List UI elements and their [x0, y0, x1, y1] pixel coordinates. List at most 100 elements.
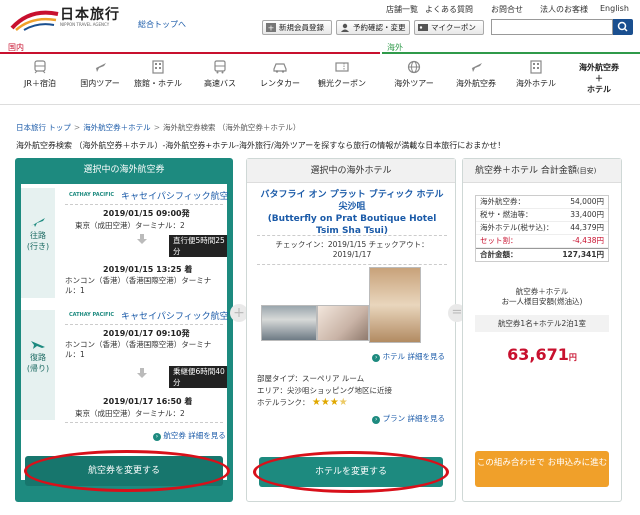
- outbound-departure-place: 東京（成田空港）ターミナル：2: [75, 221, 185, 230]
- search-button[interactable]: [613, 19, 633, 35]
- breadcrumb-current: 海外航空券検索 （海外航空券＋ホテル）: [162, 123, 301, 132]
- nav-item-label: 海外ツアー: [394, 79, 434, 88]
- register-button-label: 新規会員登録: [279, 23, 324, 32]
- english-link[interactable]: English: [600, 4, 629, 13]
- plane-icon: [470, 63, 482, 72]
- nav-item-sightseeing-coupon[interactable]: 観光クーポン: [312, 60, 372, 89]
- corporate-link[interactable]: 法人のお客様: [540, 4, 588, 15]
- hotel-panel: 選択中の海外ホテル バタフライ オン プラット ブティック ホテル尖沙咀 (Bu…: [246, 158, 456, 502]
- logo-subtext: NIPPON TRAVEL AGENCY: [60, 22, 110, 27]
- user-icon: [341, 23, 349, 32]
- hotel-photo-exterior[interactable]: [261, 305, 317, 341]
- return-airline-logo: CATHAY PACIFIC: [69, 312, 115, 318]
- car-icon: [273, 63, 287, 73]
- flight-details: 往路 (行き) CATHAY PACIFIC キャセイパシフィック航空 2019…: [21, 184, 229, 480]
- outbound-label-top: 往路: [30, 231, 46, 240]
- hotel-rank-label: ホテルランク：: [257, 398, 310, 407]
- total-note-line1: 航空券＋ホテル: [515, 287, 569, 296]
- register-button[interactable]: + 新規会員登録: [262, 20, 332, 35]
- price-row-hotel: 海外ホテル(税サ込)： 44,379円: [476, 222, 608, 235]
- price-value: 44,379円: [570, 223, 604, 232]
- outbound-label: 往路 (行き): [21, 188, 55, 298]
- outbound-label-sub: (行き): [26, 242, 50, 251]
- hotel-photo-bathroom[interactable]: [369, 267, 421, 343]
- outbound-airline: キャセイパシフィック航空: [121, 192, 229, 202]
- return-duration: 乗継便6時間40分: [169, 366, 227, 388]
- outbound-duration: 直行便5時間25分: [169, 235, 227, 257]
- nav-item-label: 観光クーポン: [318, 79, 366, 88]
- arrow-down-icon: [137, 368, 147, 378]
- store-list-link[interactable]: 店舗一覧: [386, 4, 418, 15]
- flight-detail-link[interactable]: › 航空券 詳細を見る: [153, 430, 226, 441]
- price-value: 127,341円: [562, 250, 604, 259]
- outbound-departure-time: 2019/01/15 09:00発: [103, 209, 190, 218]
- nav-bottom-border: [0, 104, 640, 105]
- nav-item-label: 海外ホテル: [516, 79, 556, 88]
- nav-domestic-divider: [0, 52, 380, 54]
- nav-item-flight-hotel[interactable]: 海外航空券 ＋ ホテル: [568, 62, 630, 95]
- return-label: 復路 (帰り): [21, 310, 55, 420]
- total-panel: 航空券＋ホテル 合計金額(目安) 海外航空券： 54,000円 税サ・燃油等： 33…: [462, 158, 622, 502]
- chevron-right-icon: ›: [372, 416, 381, 424]
- faq-link[interactable]: よくある質問: [425, 4, 473, 15]
- price-row-flight: 海外航空券： 54,000円: [476, 196, 608, 209]
- nav-item-label: 高速バス: [204, 79, 236, 88]
- hotel-area: エリア：尖沙咀ショッピング地区に近接: [257, 386, 392, 395]
- nav-item-overseas-tour[interactable]: 海外ツアー: [384, 60, 444, 89]
- divider: [65, 422, 223, 423]
- logo-swoosh-icon: [10, 10, 59, 31]
- breadcrumb-flight-hotel[interactable]: 海外航空券＋ホテル: [83, 123, 151, 132]
- nav-item-overseas-hotel[interactable]: 海外ホテル: [506, 60, 566, 89]
- logo-text[interactable]: 日本旅行: [60, 4, 120, 24]
- home-link[interactable]: 総合トップへ: [138, 19, 186, 30]
- total-price-value: 63,671: [507, 345, 569, 364]
- nav-item-highway-bus[interactable]: 高速バス: [190, 60, 250, 89]
- hotel-detail-link[interactable]: › ホテル 詳細を見る: [372, 351, 445, 362]
- price-row-tax: 税サ・燃油等： 33,400円: [476, 209, 608, 222]
- user-add-icon: +: [266, 23, 276, 32]
- flight-panel: 選択中の海外航空券 往路 (行き) CATHAY PACIFIC キャセイパシフ…: [15, 158, 233, 502]
- nav-item-jr-hotel[interactable]: JR＋宿泊: [10, 60, 70, 89]
- price-table: 海外航空券： 54,000円 税サ・燃油等： 33,400円 海外ホテル(税サ込)：…: [475, 195, 609, 262]
- hotel-name[interactable]: バタフライ オン プラット ブティック ホテル尖沙咀 (Butterfly on…: [257, 189, 447, 237]
- hotel-name-ja: バタフライ オン プラット ブティック ホテル尖沙咀: [260, 190, 444, 212]
- return-departure-time: 2019/01/17 09:10発: [103, 329, 190, 338]
- reservation-check-button[interactable]: 予約確認・変更: [336, 20, 410, 35]
- building-icon: [530, 60, 542, 74]
- nav-item-label: JR＋宿泊: [24, 79, 56, 88]
- contact-link[interactable]: お問合せ: [491, 4, 523, 15]
- hotel-photo-room[interactable]: [317, 305, 369, 341]
- building-icon: [152, 60, 164, 74]
- nav-international-divider: [382, 52, 640, 54]
- takeoff-icon: [31, 218, 45, 227]
- plane-icon: [94, 63, 106, 72]
- nav-item-overseas-flight[interactable]: 海外航空券: [446, 60, 506, 89]
- plan-detail-link[interactable]: › プラン 詳細を見る: [372, 413, 445, 424]
- search-input[interactable]: [491, 19, 613, 35]
- total-note: 航空券＋ホテル お一人様目安額(燃油込): [475, 287, 609, 307]
- my-coupon-button[interactable]: マイクーポン: [414, 20, 484, 35]
- nav-item-ryokan-hotel[interactable]: 旅館・ホテル: [128, 60, 188, 89]
- nav-item-rental-car[interactable]: レンタカー: [250, 60, 310, 89]
- price-label: セット割：: [480, 236, 518, 245]
- hotel-rank: ホテルランク： ★★★★: [257, 397, 348, 408]
- price-value: 54,000円: [570, 197, 604, 206]
- nav-item-domestic-tour[interactable]: 国内ツアー: [70, 60, 130, 89]
- price-row-discount: セット割： -4,438円: [476, 235, 608, 248]
- breadcrumb-top[interactable]: 日本旅行 トップ: [16, 123, 71, 132]
- room-type: 部屋タイプ：スーペリア ルーム: [257, 374, 365, 383]
- divider: [65, 324, 223, 325]
- return-airline: キャセイパシフィック航空: [121, 312, 229, 322]
- highlight-oval: [24, 450, 230, 492]
- price-value: -4,438円: [572, 236, 604, 245]
- total-title: 航空券＋ホテル 合計金額: [475, 166, 577, 176]
- nav-item-label: 旅館・ホテル: [134, 79, 182, 88]
- nav-item-label: 国内ツアー: [80, 79, 120, 88]
- proceed-booking-button[interactable]: この組み合わせで お申込みに進む: [475, 451, 609, 487]
- price-label: 海外航空券：: [480, 197, 525, 206]
- star-rating-icon: ★★★★: [311, 397, 348, 408]
- total-note-line2: お一人様目安額(燃油込): [501, 297, 583, 306]
- outbound-airline-logo: CATHAY PACIFIC: [69, 192, 115, 198]
- price-label: 合計金額：: [480, 250, 518, 259]
- chevron-right-icon: ›: [372, 354, 381, 362]
